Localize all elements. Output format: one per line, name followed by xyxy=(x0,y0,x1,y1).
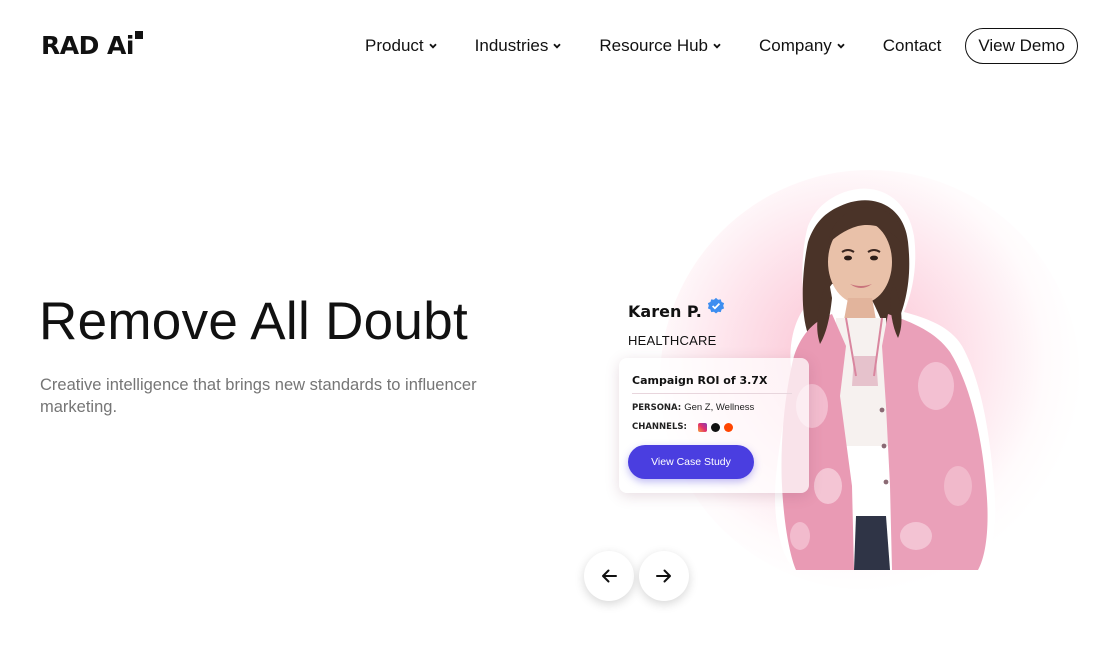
persona-row: PERSONA: Gen Z, Wellness xyxy=(632,402,754,413)
campaign-roi: Campaign ROI of 3.7X xyxy=(632,374,768,387)
brand-name: RAD Ai xyxy=(41,31,134,60)
logo-mark-icon xyxy=(134,31,143,39)
arrow-left-icon xyxy=(602,569,617,583)
main-nav: Product Industries Resource Hub Company … xyxy=(365,27,1078,65)
nav-item-industries[interactable]: Industries xyxy=(475,36,562,56)
influencer-name-row: Karen P. xyxy=(628,297,725,321)
nav-item-resource-hub[interactable]: Resource Hub xyxy=(599,36,721,56)
brand-logo[interactable]: RAD Ai xyxy=(41,31,143,61)
verified-badge-icon xyxy=(707,297,724,314)
chevron-down-icon xyxy=(553,43,561,49)
nav-item-company[interactable]: Company xyxy=(759,36,845,56)
channels-label: CHANNELS: xyxy=(632,422,687,432)
influencer-name: Karen P. xyxy=(628,302,702,321)
nav-item-product[interactable]: Product xyxy=(365,36,437,56)
nav-item-label: Product xyxy=(365,36,424,55)
nav-item-label: Company xyxy=(759,36,832,55)
hero-title: Remove All Doubt xyxy=(39,292,469,351)
channels-row: CHANNELS: xyxy=(632,422,733,432)
card-divider xyxy=(632,393,792,394)
instagram-icon xyxy=(697,422,707,432)
hero-subtitle: Creative intelligence that brings new st… xyxy=(40,376,477,416)
carousel-next-button[interactable] xyxy=(639,551,689,601)
persona-value: Gen Z, Wellness xyxy=(684,402,755,413)
view-case-study-button[interactable]: View Case Study xyxy=(628,445,754,479)
tiktok-icon xyxy=(710,422,720,432)
chevron-down-icon xyxy=(428,43,437,49)
view-demo-button[interactable]: View Demo xyxy=(965,28,1078,64)
carousel-prev-button[interactable] xyxy=(584,551,634,601)
nav-item-label: Industries xyxy=(474,36,549,55)
influencer-industry: HEALTHCARE xyxy=(628,333,717,348)
arrow-right-icon xyxy=(656,569,671,583)
reddit-icon xyxy=(723,422,733,432)
chevron-down-icon xyxy=(837,43,845,49)
nav-item-label: Resource Hub xyxy=(599,36,709,55)
nav-item-contact[interactable]: Contact xyxy=(883,36,942,56)
case-stats-card: Campaign ROI of 3.7X PERSONA: Gen Z, Wel… xyxy=(619,358,809,493)
page: RAD Ai Product Industries Resource Hub C… xyxy=(0,0,1120,652)
persona-label: PERSONA: xyxy=(632,402,682,413)
chevron-down-icon xyxy=(713,43,721,49)
